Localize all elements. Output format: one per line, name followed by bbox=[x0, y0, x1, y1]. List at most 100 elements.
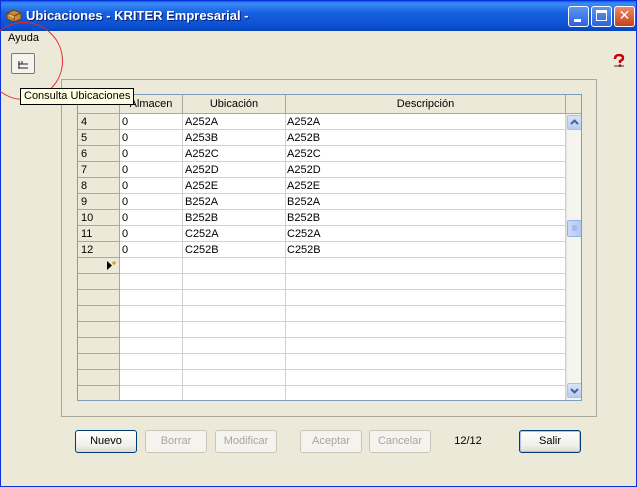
cell-descripcion[interactable]: A252E bbox=[286, 178, 566, 194]
empty-row-header[interactable] bbox=[78, 386, 120, 400]
row-number[interactable]: 12 bbox=[78, 242, 120, 258]
cell-ubicacion[interactable]: A252A bbox=[183, 114, 286, 130]
empty-row-header[interactable] bbox=[78, 354, 120, 370]
empty-cell[interactable] bbox=[120, 386, 183, 400]
scroll-thumb[interactable] bbox=[567, 220, 581, 237]
empty-cell[interactable] bbox=[120, 322, 183, 338]
empty-cell[interactable] bbox=[286, 306, 566, 322]
salir-label: Salir bbox=[538, 435, 561, 447]
empty-cell[interactable] bbox=[120, 306, 183, 322]
cell-almacen[interactable]: 0 bbox=[120, 162, 183, 178]
empty-row-header[interactable] bbox=[78, 290, 120, 306]
cell-almacen[interactable]: 0 bbox=[120, 146, 183, 162]
empty-cell[interactable] bbox=[286, 290, 566, 306]
empty-cell[interactable] bbox=[120, 354, 183, 370]
empty-cell[interactable] bbox=[183, 370, 286, 386]
row-number[interactable]: 5 bbox=[78, 130, 120, 146]
empty-cell[interactable] bbox=[120, 370, 183, 386]
cell-descripcion[interactable]: A252C bbox=[286, 146, 566, 162]
cell-ubicacion[interactable]: C252B bbox=[183, 242, 286, 258]
cell-descripcion[interactable]: A252D bbox=[286, 162, 566, 178]
empty-cell[interactable] bbox=[183, 274, 286, 290]
row-number[interactable]: 4 bbox=[78, 114, 120, 130]
modificar-button[interactable]: Modificar bbox=[215, 430, 277, 453]
cell-ubicacion[interactable]: A252C bbox=[183, 146, 286, 162]
cell-almacen[interactable]: 0 bbox=[120, 178, 183, 194]
row-number[interactable]: 8 bbox=[78, 178, 120, 194]
empty-cell[interactable] bbox=[286, 370, 566, 386]
borrar-button[interactable]: Borrar bbox=[145, 430, 207, 453]
cell-ubicacion[interactable]: B252A bbox=[183, 194, 286, 210]
empty-row-header[interactable] bbox=[78, 306, 120, 322]
cell-almacen[interactable]: 0 bbox=[120, 114, 183, 130]
title-bar[interactable]: Ubicaciones - KRITER Empresarial - ✕ bbox=[1, 1, 636, 31]
close-icon: ✕ bbox=[618, 8, 631, 24]
cell-ubicacion[interactable]: B252B bbox=[183, 210, 286, 226]
cell-ubicacion[interactable]: A252D bbox=[183, 162, 286, 178]
empty-cell[interactable] bbox=[120, 274, 183, 290]
menu-ayuda[interactable]: Ayuda bbox=[8, 32, 39, 44]
cell-descripcion[interactable]: B252B bbox=[286, 210, 566, 226]
row-number[interactable]: 10 bbox=[78, 210, 120, 226]
row-number[interactable]: 7 bbox=[78, 162, 120, 178]
column-header-ubicacion[interactable]: Ubicación bbox=[183, 95, 286, 114]
close-button[interactable]: ✕ bbox=[614, 6, 635, 27]
cell-descripcion[interactable]: A252A bbox=[286, 114, 566, 130]
empty-cell[interactable] bbox=[183, 290, 286, 306]
cell-almacen[interactable]: 0 bbox=[120, 242, 183, 258]
empty-cell[interactable] bbox=[286, 354, 566, 370]
ubicaciones-grid[interactable]: Almacen Ubicación Descripción 4 0 A252A A25… bbox=[77, 94, 582, 401]
cell-ubicacion[interactable]: A252E bbox=[183, 178, 286, 194]
empty-cell[interactable] bbox=[286, 338, 566, 354]
aceptar-button[interactable]: Aceptar bbox=[300, 430, 362, 453]
vertical-scrollbar[interactable] bbox=[566, 114, 581, 400]
nuevo-label: Nuevo bbox=[90, 435, 122, 447]
cell-almacen[interactable]: 0 bbox=[120, 194, 183, 210]
cell-ubicacion[interactable]: C252A bbox=[183, 226, 286, 242]
cell-descripcion[interactable]: C252B bbox=[286, 242, 566, 258]
scroll-down-button[interactable] bbox=[567, 383, 581, 398]
menu-bar: Ayuda bbox=[1, 31, 636, 48]
empty-cell[interactable] bbox=[286, 386, 566, 400]
empty-cell[interactable] bbox=[183, 386, 286, 400]
cell-descripcion[interactable]: C252A bbox=[286, 226, 566, 242]
row-number[interactable]: 6 bbox=[78, 146, 120, 162]
row-number[interactable]: 9 bbox=[78, 194, 120, 210]
cell-descripcion[interactable]: B252A bbox=[286, 194, 566, 210]
new-row-header[interactable] bbox=[78, 258, 120, 274]
cell-ubicacion[interactable]: A253B bbox=[183, 130, 286, 146]
empty-cell[interactable] bbox=[183, 306, 286, 322]
empty-cell[interactable] bbox=[183, 322, 286, 338]
empty-cell[interactable] bbox=[286, 322, 566, 338]
empty-row-header[interactable] bbox=[78, 338, 120, 354]
help-icon[interactable] bbox=[612, 54, 626, 68]
empty-row-header[interactable] bbox=[78, 322, 120, 338]
minimize-button[interactable] bbox=[568, 6, 589, 27]
row-number[interactable]: 11 bbox=[78, 226, 120, 242]
cell-almacen[interactable]: 0 bbox=[120, 226, 183, 242]
grid-header-filler bbox=[566, 95, 581, 114]
salir-button[interactable]: Salir bbox=[519, 430, 581, 453]
empty-row-header[interactable] bbox=[78, 274, 120, 290]
empty-cell[interactable] bbox=[183, 338, 286, 354]
modificar-label: Modificar bbox=[223, 435, 269, 447]
consulta-ubicaciones-button[interactable] bbox=[11, 53, 35, 74]
empty-cell[interactable] bbox=[120, 258, 183, 274]
empty-row-header[interactable] bbox=[78, 370, 120, 386]
scroll-up-button[interactable] bbox=[567, 115, 581, 130]
empty-cell[interactable] bbox=[183, 354, 286, 370]
nuevo-button[interactable]: Nuevo bbox=[75, 430, 137, 453]
empty-cell[interactable] bbox=[183, 258, 286, 274]
column-header-descripcion[interactable]: Descripción bbox=[286, 95, 566, 114]
cell-descripcion[interactable]: A252B bbox=[286, 130, 566, 146]
empty-cell[interactable] bbox=[286, 274, 566, 290]
window-title: Ubicaciones - KRITER Empresarial - bbox=[26, 8, 249, 23]
maximize-button[interactable] bbox=[591, 6, 612, 27]
cell-almacen[interactable]: 0 bbox=[120, 130, 183, 146]
empty-cell[interactable] bbox=[120, 338, 183, 354]
cell-almacen[interactable]: 0 bbox=[120, 210, 183, 226]
empty-cell[interactable] bbox=[286, 258, 566, 274]
empty-cell[interactable] bbox=[120, 290, 183, 306]
tooltip-consulta-ubicaciones: Consulta Ubicaciones bbox=[20, 88, 135, 105]
cancelar-button[interactable]: Cancelar bbox=[369, 430, 431, 453]
